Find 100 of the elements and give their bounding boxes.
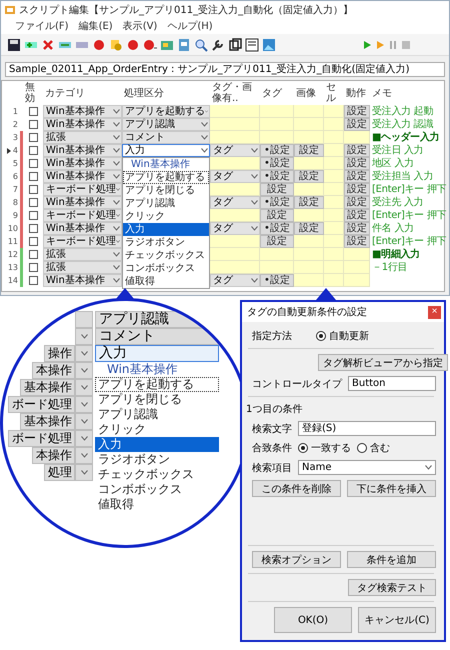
row-number: 7 xyxy=(12,184,19,196)
category-combo[interactable]: 基本操作 xyxy=(20,379,75,396)
category-combo[interactable]: ボード処理 xyxy=(8,396,75,413)
dialog-button[interactable]: OK(O) xyxy=(274,607,352,633)
dropdown-option[interactable]: 入力 xyxy=(95,437,219,452)
menu-item[interactable]: ファイル(F) xyxy=(15,19,69,33)
action-button[interactable]: 設定 xyxy=(344,118,370,131)
image-button[interactable]: 設定 xyxy=(294,170,324,183)
dropdown-option[interactable]: アプリを起動する xyxy=(95,377,219,392)
tag-button[interactable]: •設定 xyxy=(260,144,294,157)
process-combo[interactable]: 入力 xyxy=(122,144,210,157)
category-combo[interactable]: 拡張 xyxy=(43,261,122,274)
action-button[interactable]: 設定 xyxy=(344,222,370,235)
action-button[interactable]: 設定 xyxy=(344,183,370,196)
action-button[interactable]: 設定 xyxy=(344,235,370,248)
dropdown-option[interactable]: 入力 xyxy=(123,223,209,236)
process-combo[interactable]: アプリを起動する xyxy=(122,105,210,118)
category-combo[interactable]: Win基本操作 xyxy=(43,118,122,131)
category-combo[interactable]: Win基本操作 xyxy=(43,222,122,235)
radio-option[interactable]: 含む xyxy=(357,441,390,455)
field-label: コントロールタイプ xyxy=(252,378,342,390)
tag-button[interactable]: •設定 xyxy=(260,196,294,209)
menu-item[interactable]: 編集(E) xyxy=(78,19,113,33)
category-combo[interactable]: 基本操作 xyxy=(20,413,75,430)
condition-button[interactable]: この条件を削除 xyxy=(252,480,341,497)
tag-button[interactable]: •設定 xyxy=(260,157,294,170)
tag-button[interactable]: 設定 xyxy=(260,183,294,196)
category-combo[interactable]: ボード処理 xyxy=(8,430,75,447)
category-combo[interactable]: Win基本操作 xyxy=(43,157,122,170)
dropdown-option[interactable]: 値取得 xyxy=(123,275,209,288)
dropdown-option[interactable]: アプリを起動する xyxy=(123,171,209,184)
action-button[interactable]: 設定 xyxy=(344,209,370,222)
menu-item[interactable]: ヘルプ(H) xyxy=(167,19,213,33)
action-button[interactable]: 設定 xyxy=(344,144,370,157)
tag-combo[interactable]: タグ xyxy=(210,196,260,209)
category-combo[interactable]: キーボード処理 xyxy=(43,209,122,222)
category-combo[interactable]: Win基本操作 xyxy=(43,105,122,118)
category-combo[interactable]: 処理 xyxy=(44,464,75,481)
action-button[interactable]: 設定 xyxy=(344,170,370,183)
dropdown-option[interactable]: アプリを閉じる xyxy=(123,184,209,197)
dropdown-option[interactable]: クリック xyxy=(123,210,209,223)
process-field[interactable]: 入力 xyxy=(95,345,219,362)
dropdown-option[interactable]: アプリを閉じる xyxy=(95,392,219,407)
viewer-button[interactable]: タグ解析ビューアから指定 xyxy=(318,354,448,371)
row-number: 11 xyxy=(6,236,19,248)
row-number: 5 xyxy=(12,158,19,170)
condition-button[interactable]: 下に条件を挿入 xyxy=(347,480,436,497)
image-button[interactable]: 設定 xyxy=(294,222,324,235)
radio-option[interactable]: 一致する xyxy=(298,441,351,455)
menu-item[interactable]: 表示(V) xyxy=(122,19,158,33)
tag-combo[interactable]: タグ xyxy=(210,144,260,157)
dropdown-option[interactable]: コンボボックス xyxy=(123,262,209,275)
process-combo[interactable]: コメント xyxy=(122,131,210,144)
dropdown-option[interactable]: アプリ認識 xyxy=(123,197,209,210)
tag-button[interactable]: •設定 xyxy=(260,170,294,183)
category-combo[interactable]: キーボード処理 xyxy=(43,235,122,248)
category-combo[interactable]: 拡張 xyxy=(43,131,122,144)
category-combo[interactable]: Win基本操作 xyxy=(43,170,122,183)
process-combo[interactable]: コメント xyxy=(95,328,219,345)
tag-button[interactable]: 設定 xyxy=(260,209,294,222)
dropdown-option[interactable]: チェックボックス xyxy=(95,467,219,482)
category-combo[interactable]: 本操作 xyxy=(32,447,75,464)
memo-text: 受注先 入力 xyxy=(371,196,424,209)
dropdown-option[interactable]: チェックボックス xyxy=(123,249,209,262)
tag-button[interactable]: 設定 xyxy=(260,235,294,248)
category-combo[interactable]: Win基本操作 xyxy=(43,144,122,157)
memo-text: [Enter]キー 押下 xyxy=(371,209,446,222)
category-combo[interactable]: キーボード処理 xyxy=(43,183,122,196)
tag-button[interactable]: •設定 xyxy=(260,222,294,235)
dialog-button[interactable]: キャンセル(C) xyxy=(358,607,436,633)
tag-button[interactable]: •設定 xyxy=(260,274,294,287)
dropdown-option[interactable]: クリック xyxy=(95,422,219,437)
tag-combo[interactable]: タグ xyxy=(210,170,260,183)
category-combo[interactable]: Win基本操作 xyxy=(43,196,122,209)
dropdown-option[interactable]: アプリ認識 xyxy=(95,407,219,422)
dropdown-option[interactable]: ラジオボタン xyxy=(123,236,209,249)
control-type-field[interactable]: Button xyxy=(348,376,436,391)
action-button[interactable]: 設定 xyxy=(344,105,370,118)
category-combo[interactable]: 本操作 xyxy=(32,362,75,379)
dropdown-option[interactable]: コンボボックス xyxy=(95,482,219,497)
memo-text: 受注入力 認識 xyxy=(371,118,434,131)
search-text-field[interactable]: 登録(S) xyxy=(298,421,436,436)
dropdown-option[interactable]: ラジオボタン xyxy=(95,452,219,467)
category-combo[interactable]: Win基本操作 xyxy=(43,274,122,287)
search-item-select[interactable]: Name xyxy=(298,460,436,475)
category-combo[interactable]: 拡張 xyxy=(43,248,122,261)
option-button[interactable]: 条件を追加 xyxy=(347,551,436,568)
tag-combo[interactable]: タグ xyxy=(210,274,260,287)
image-button[interactable]: 設定 xyxy=(294,196,324,209)
tag-combo[interactable]: タグ xyxy=(210,222,260,235)
dropdown-option[interactable]: 値取得 xyxy=(95,497,219,512)
tag-test-button[interactable]: タグ検索テスト xyxy=(348,579,436,596)
process-combo[interactable]: アプリ認識 xyxy=(122,118,210,131)
action-button[interactable]: 設定 xyxy=(344,196,370,209)
action-button[interactable]: 設定 xyxy=(344,157,370,170)
close-button[interactable]: × xyxy=(428,306,441,318)
option-button[interactable]: 検索オプション xyxy=(252,551,341,568)
radio-option[interactable]: 自動更新 xyxy=(316,329,369,343)
image-button[interactable]: 設定 xyxy=(294,144,324,157)
category-combo[interactable]: 操作 xyxy=(44,345,75,362)
